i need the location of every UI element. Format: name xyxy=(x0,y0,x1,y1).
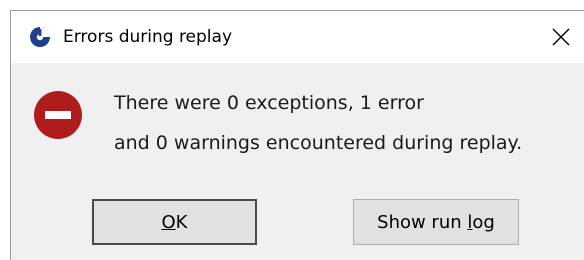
dialog-title: Errors during replay xyxy=(63,27,233,47)
dialog-body: There were 0 exceptions, 1 error and 0 w… xyxy=(11,63,584,260)
title-bar: Errors during replay xyxy=(11,11,584,63)
show-log-label-before: Show run xyxy=(377,211,468,233)
show-log-label-after: og xyxy=(472,211,495,233)
error-message-line-1: There were 0 exceptions, 1 error xyxy=(114,92,424,114)
ok-mnemonic: O xyxy=(161,211,176,233)
error-message-line-2: and 0 warnings encountered during replay… xyxy=(114,132,523,154)
ok-label-rest: K xyxy=(175,211,188,233)
ok-button[interactable]: OK xyxy=(92,199,257,245)
show-run-log-button[interactable]: Show run l og xyxy=(353,199,519,245)
replay-app-icon xyxy=(29,26,51,48)
close-icon xyxy=(552,28,570,46)
close-button[interactable] xyxy=(538,11,584,63)
errors-dialog: Errors during replay There were 0 except… xyxy=(10,10,584,260)
error-stop-icon xyxy=(33,90,83,140)
